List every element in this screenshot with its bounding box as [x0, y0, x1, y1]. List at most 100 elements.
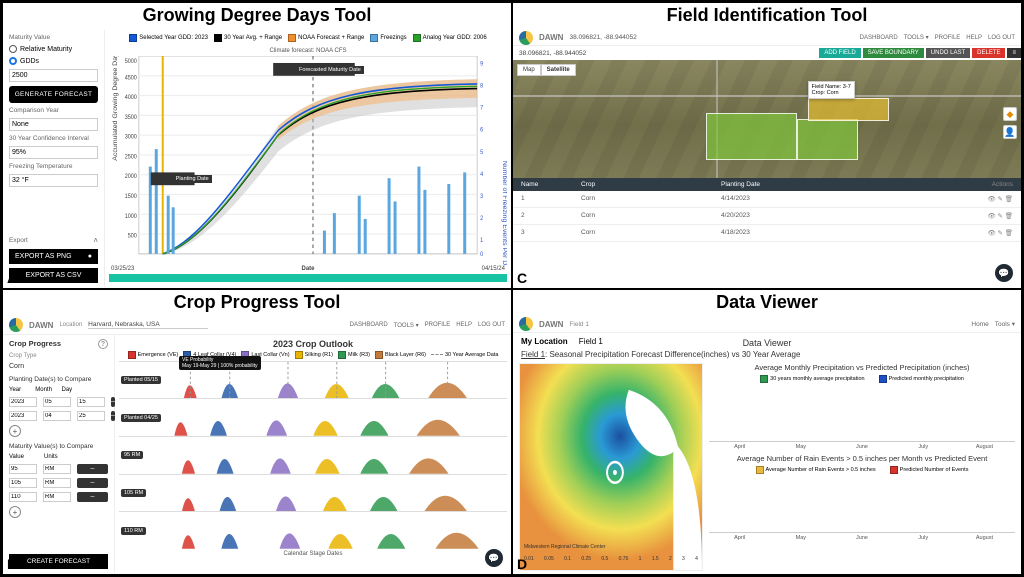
legend-freezings[interactable]: Freezings — [370, 34, 406, 42]
precip-map[interactable]: Midwestern Regional Climate Center 0.01 … — [519, 363, 703, 572]
help-icon[interactable]: ? — [98, 339, 108, 349]
export-png-button[interactable]: EXPORT AS PNG● — [9, 249, 98, 264]
events-chart-title: Average Number of Rain Events > 0.5 inch… — [709, 454, 1015, 463]
nav-profile[interactable]: PROFILE — [935, 35, 961, 41]
leg-pred-precip[interactable]: Predicted monthly precipitation — [879, 375, 964, 383]
comparison-year-input[interactable] — [9, 118, 98, 131]
units-input[interactable] — [43, 464, 71, 474]
leg-30yr[interactable]: 30 Year Average Data — [431, 351, 498, 359]
dawn-logo-icon — [519, 317, 533, 331]
remove-icon[interactable]: – — [77, 492, 108, 502]
field-polygon-2[interactable] — [797, 119, 858, 160]
svg-text:7: 7 — [480, 105, 483, 111]
row-actions[interactable]: 👁 ✎ 🗑 — [953, 195, 1013, 203]
remove-icon[interactable]: – — [77, 478, 108, 488]
year-input[interactable] — [9, 397, 37, 407]
leg-black[interactable]: Black Layer (R6) — [375, 351, 426, 359]
leg-silking[interactable]: Silking (R1) — [295, 351, 333, 359]
value-input[interactable] — [9, 464, 37, 474]
units-input[interactable] — [43, 492, 71, 502]
undo-last-button[interactable]: UNDO LAST — [926, 48, 970, 58]
outlook-row: 110 RM — [119, 511, 507, 549]
row-actions[interactable]: 👁 ✎ 🗑 — [953, 229, 1013, 237]
export-csv-button[interactable]: EXPORT AS CSV — [9, 268, 98, 283]
location-input[interactable] — [88, 321, 208, 329]
field-selector[interactable]: Field 1 — [569, 321, 589, 328]
field-map[interactable]: Map Satellite Field Name: 3-7 Crop: Corn… — [513, 60, 1021, 178]
table-row[interactable]: 2 Corn 4/20/2023 👁 ✎ 🗑 — [513, 208, 1021, 225]
map-mode-map[interactable]: Map — [517, 64, 541, 76]
cell-name: 1 — [521, 195, 581, 203]
month-input[interactable] — [43, 397, 71, 407]
legend-analog[interactable]: Analog Year GDD: 2006 — [413, 34, 487, 42]
chat-fab-icon[interactable]: 💬 — [485, 549, 503, 567]
precip-bar-chart — [709, 386, 1015, 442]
units-input[interactable] — [43, 478, 71, 488]
gdds-input[interactable] — [9, 69, 98, 82]
add-planting-button[interactable]: + — [9, 425, 21, 437]
add-field-button[interactable]: ADD FIELD — [819, 48, 860, 58]
table-row[interactable]: 3 Corn 4/18/2023 👁 ✎ 🗑 — [513, 225, 1021, 242]
delete-button[interactable]: DELETE — [972, 48, 1005, 58]
chevron-up-icon[interactable]: ˄ — [93, 236, 98, 245]
cell-name: 2 — [521, 212, 581, 220]
month-input[interactable] — [43, 411, 71, 421]
remove-icon[interactable]: – — [77, 464, 108, 474]
leg-milk[interactable]: Milk (R3) — [338, 351, 370, 359]
create-forecast-button[interactable]: CREATE FORECAST — [9, 554, 108, 569]
nav-tools[interactable]: TOOLS ▾ — [394, 322, 419, 329]
legend-noaa[interactable]: NOAA Forecast + Range — [288, 34, 364, 42]
menu-button[interactable]: ≡ — [1007, 48, 1021, 58]
nav-profile[interactable]: PROFILE — [425, 322, 451, 328]
nav-logout[interactable]: LOG OUT — [988, 35, 1015, 41]
svg-text:3000: 3000 — [125, 134, 138, 140]
map-person-icon[interactable]: 👤 — [1003, 125, 1017, 139]
gdds-option[interactable]: GDDs — [9, 57, 98, 65]
nav-dashboard[interactable]: DASHBOARD — [350, 322, 388, 328]
row-badge: 105 RM — [121, 489, 146, 497]
generate-forecast-button[interactable]: GENERATE FORECAST — [9, 86, 98, 103]
legend-30yr[interactable]: 30 Year Avg. + Range — [214, 34, 282, 42]
leg-avg-precip[interactable]: 30 years monthly average precipitation — [760, 375, 864, 383]
table-row[interactable]: 1 Corn 4/14/2023 👁 ✎ 🗑 — [513, 191, 1021, 208]
svg-text:5000: 5000 — [125, 59, 138, 65]
confidence-interval-input[interactable] — [9, 146, 98, 159]
day-input[interactable] — [77, 411, 105, 421]
nav-logout[interactable]: LOG OUT — [478, 322, 505, 328]
value-input[interactable] — [9, 478, 37, 488]
nav-home[interactable]: Home — [971, 321, 988, 328]
map-mode-satellite[interactable]: Satellite — [541, 64, 576, 76]
legend-selected-year[interactable]: Selected Year GDD: 2023 — [129, 34, 208, 42]
add-maturity-button[interactable]: + — [9, 506, 21, 518]
day-input[interactable] — [77, 397, 105, 407]
field-polygon-3[interactable] — [808, 98, 889, 122]
outlook-row: 95 RM — [119, 436, 507, 474]
precip-chart-title: Average Monthly Precipitation vs Predict… — [709, 363, 1015, 372]
leg-black-label: Black Layer (R6) — [385, 352, 426, 358]
row-actions[interactable]: 👁 ✎ 🗑 — [953, 212, 1013, 220]
leg-emergence[interactable]: Emergence (VE) — [128, 351, 179, 359]
nav-help[interactable]: HELP — [456, 322, 472, 328]
leg-avg-events[interactable]: Average Number of Rain Events > 0.5 inch… — [756, 466, 876, 474]
legend-climate-text: Climate forecast: NOAA CFS — [269, 48, 346, 54]
save-boundary-button[interactable]: SAVE BOUNDARY — [863, 48, 924, 58]
field-toolbar: 38.096821, -88.944052 ADD FIELD SAVE BOU… — [513, 46, 1021, 60]
svg-text:2000: 2000 — [125, 174, 138, 180]
leg-avg-events-label: Average Number of Rain Events > 0.5 inch… — [766, 467, 876, 473]
chat-fab-icon[interactable]: 💬 — [995, 264, 1013, 282]
freezing-temp-input[interactable] — [9, 174, 98, 187]
crop-type-value[interactable]: Corn — [9, 363, 108, 370]
nav-dashboard[interactable]: DASHBOARD — [860, 35, 898, 41]
date-range-slider[interactable] — [109, 274, 507, 282]
year-input[interactable] — [9, 411, 37, 421]
field-polygon-1[interactable] — [706, 113, 797, 160]
nav-tools[interactable]: Tools ▾ — [995, 320, 1015, 328]
planting-dates-header: Planting Date(s) to Compare — [9, 376, 108, 383]
value-input[interactable] — [9, 492, 37, 502]
crop-chart: 2023 Crop Outlook Emergence (VE) 4 Leaf … — [115, 335, 511, 574]
nav-help[interactable]: HELP — [966, 35, 982, 41]
leg-pred-events[interactable]: Predicted Number of Events — [890, 466, 969, 474]
map-layer-icon[interactable]: ◆ — [1003, 107, 1017, 121]
relative-maturity-option[interactable]: Relative Maturity — [9, 45, 98, 53]
nav-tools[interactable]: TOOLS ▾ — [904, 34, 929, 41]
